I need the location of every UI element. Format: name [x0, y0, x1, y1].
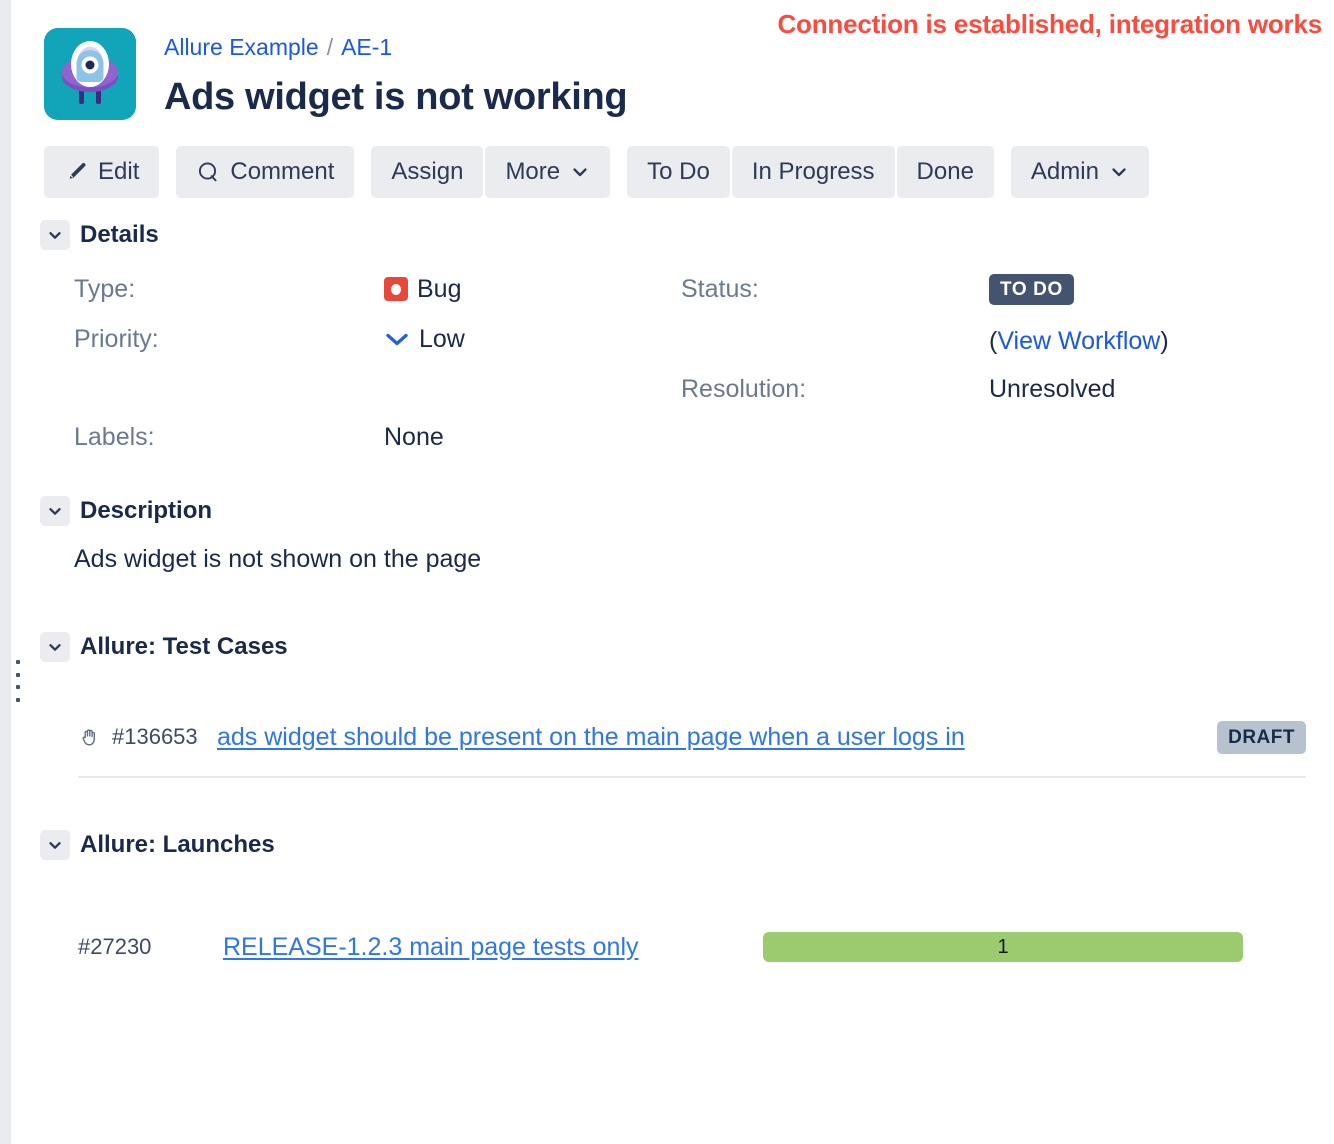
- field-resolution: Resolution: Unresolved: [681, 364, 1281, 414]
- status-badge: DRAFT: [1217, 720, 1306, 754]
- hand-icon: [78, 725, 108, 749]
- launches-section: Allure: Launches #27230 RELEASE-1.2.3 ma…: [16, 830, 1334, 972]
- details-fields: Type: Bug Priority: Low Labels: None Sta…: [16, 264, 1334, 474]
- test-cases-section: Allure: Test Cases #136653 ads widget sh…: [16, 632, 1334, 778]
- page-title: Ads widget is not working: [164, 76, 628, 118]
- launches-list: #27230 RELEASE-1.2.3 main page tests onl…: [16, 922, 1334, 972]
- status-todo-label: To Do: [647, 158, 710, 185]
- assign-more-button-group: Assign More: [371, 146, 611, 198]
- launch-results-count: 1: [997, 935, 1009, 958]
- field-status: Status: TO DO: [681, 264, 1281, 314]
- edit-button[interactable]: Edit: [44, 146, 160, 198]
- launch-link[interactable]: RELEASE-1.2.3 main page tests only: [223, 933, 763, 962]
- status-todo-button[interactable]: To Do: [627, 146, 730, 198]
- more-button[interactable]: More: [485, 146, 611, 198]
- launch-results-bar: 1: [763, 932, 1243, 962]
- test-case-id: #136653: [112, 724, 198, 749]
- description-section: Description Ads widget is not shown on t…: [16, 496, 1334, 576]
- description-collapse-toggle[interactable]: [40, 496, 70, 526]
- details-collapse-toggle[interactable]: [40, 220, 70, 250]
- breadcrumb-project-link[interactable]: Allure Example: [164, 34, 319, 60]
- field-type: Type: Bug: [74, 264, 694, 314]
- test-cases-section-header: Allure: Test Cases: [40, 632, 1334, 662]
- test-cases-collapse-toggle[interactable]: [40, 632, 70, 662]
- field-type-text: Bug: [417, 274, 462, 303]
- issue-detail-page: Connection is established, integration w…: [0, 0, 1334, 1144]
- launch-id: #27230: [78, 934, 152, 959]
- details-section: Details Type: Bug Priority: Low Labels: …: [16, 220, 1334, 474]
- bug-icon: [384, 277, 408, 301]
- allure-ufo-logo: [44, 28, 136, 120]
- row-divider: [78, 776, 1306, 778]
- left-gutter-strip: [0, 0, 11, 1144]
- view-workflow-line: (View Workflow): [989, 327, 1169, 356]
- description-body: Ads widget is not shown on the page: [74, 545, 482, 573]
- admin-button[interactable]: Admin: [1010, 146, 1149, 198]
- field-labels-value: None: [384, 422, 444, 451]
- description-section-title: Description: [80, 497, 213, 524]
- test-cases-section-title: Allure: Test Cases: [80, 633, 288, 660]
- gutter-divider: [11, 0, 12, 1144]
- launches-collapse-toggle[interactable]: [40, 830, 70, 860]
- details-section-header: Details: [40, 220, 1334, 250]
- field-labels: Labels: None: [74, 412, 694, 462]
- field-priority-text: Low: [419, 324, 465, 353]
- status-done-button[interactable]: Done: [896, 146, 994, 198]
- field-resolution-label: Resolution:: [681, 374, 807, 403]
- page-content: Connection is established, integration w…: [16, 0, 1334, 1144]
- description-section-header: Description: [40, 496, 1334, 526]
- breadcrumb-separator: /: [326, 34, 334, 60]
- chevron-down-icon: [570, 162, 590, 182]
- comment-button[interactable]: Comment: [176, 146, 355, 198]
- details-left-column: Type: Bug Priority: Low Labels: None: [74, 264, 694, 462]
- pencil-icon: [64, 160, 88, 184]
- status-done-label: Done: [916, 158, 974, 185]
- assign-button[interactable]: Assign: [371, 146, 484, 198]
- status-badge: TO DO: [989, 273, 1074, 305]
- field-resolution-value: Unresolved: [989, 374, 1116, 403]
- more-button-label: More: [505, 158, 561, 185]
- details-right-column: Status: TO DO (View Workflow) Resolution…: [681, 264, 1281, 414]
- breadcrumb-issue-link[interactable]: AE-1: [341, 34, 392, 60]
- annotation-callout: Connection is established, integration w…: [777, 9, 1322, 39]
- test-case-link[interactable]: ads widget should be present on the main…: [217, 723, 1217, 752]
- status-in-progress-label: In Progress: [751, 158, 875, 185]
- edit-button-label: Edit: [98, 158, 140, 185]
- paren-close: ): [1160, 326, 1169, 355]
- comment-button-label: Comment: [230, 158, 335, 185]
- details-section-title: Details: [80, 221, 159, 248]
- launches-section-header: Allure: Launches: [40, 830, 1334, 860]
- field-labels-label: Labels:: [74, 422, 155, 451]
- table-row: #27230 RELEASE-1.2.3 main page tests onl…: [78, 922, 1334, 972]
- comment-bubble-icon: [196, 160, 220, 184]
- test-cases-list: #136653 ads widget should be present on …: [16, 712, 1334, 778]
- launches-section-title: Allure: Launches: [80, 831, 275, 858]
- issue-toolbar: Edit Comment Assign More To Do In Progre…: [44, 146, 1334, 198]
- field-priority-value: Low: [384, 325, 465, 354]
- field-type-label: Type:: [74, 274, 136, 303]
- field-status-label: Status:: [681, 274, 759, 303]
- assign-button-label: Assign: [391, 158, 464, 185]
- issue-header: Connection is established, integration w…: [16, 0, 1334, 122]
- chevron-down-icon: [1109, 162, 1129, 182]
- field-type-value: Bug: [384, 275, 461, 304]
- priority-low-icon: [384, 328, 410, 350]
- status-in-progress-button[interactable]: In Progress: [731, 146, 895, 198]
- field-priority-label: Priority:: [74, 324, 159, 353]
- view-workflow-link[interactable]: View Workflow: [997, 327, 1160, 355]
- workflow-status-button-group: To Do In Progress Done: [627, 146, 994, 198]
- admin-button-label: Admin: [1030, 158, 1099, 185]
- table-row: #136653 ads widget should be present on …: [78, 712, 1306, 762]
- field-priority: Priority: Low: [74, 314, 694, 364]
- field-view-workflow: (View Workflow): [681, 314, 1281, 364]
